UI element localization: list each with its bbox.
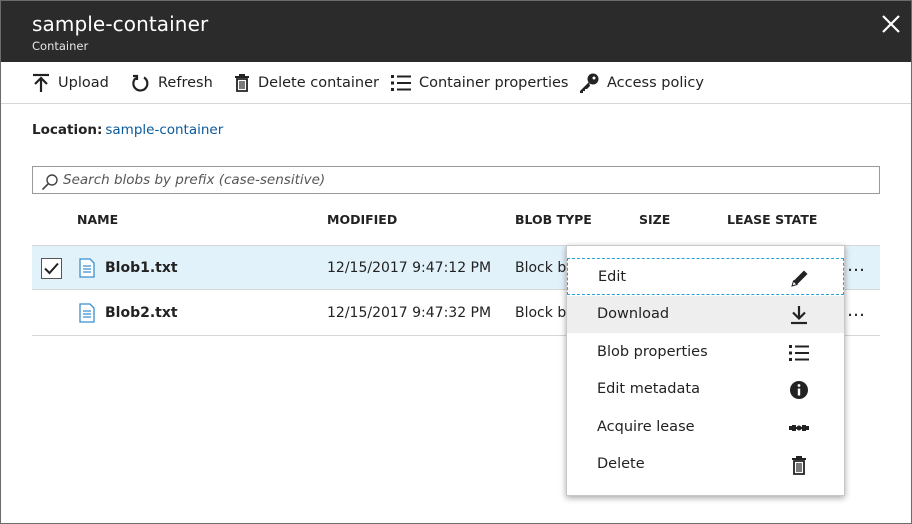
context-menu: Edit Download Blob properties Edit metad…	[566, 245, 845, 496]
menu-item-edit-metadata[interactable]: Edit metadata	[567, 371, 844, 408]
column-header-size[interactable]: SIZE	[639, 212, 670, 227]
container-properties-button[interactable]: Container properties	[391, 62, 568, 104]
location-label: Location:	[32, 122, 103, 138]
column-header-lease-state[interactable]: LEASE STATE	[727, 212, 817, 227]
blob-type: Block bl	[515, 305, 571, 321]
access-policy-label: Access policy	[607, 75, 704, 91]
menu-item-label: Edit metadata	[597, 381, 700, 397]
menu-item-blob-properties[interactable]: Blob properties	[567, 334, 844, 371]
upload-icon	[33, 73, 49, 92]
page-subtitle: Container	[32, 39, 89, 53]
file-icon	[79, 258, 95, 278]
trash-icon	[235, 74, 249, 92]
menu-item-label: Blob properties	[597, 344, 708, 360]
blob-type: Block bl	[515, 260, 571, 276]
access-policy-button[interactable]: Access policy	[579, 62, 704, 104]
list-icon	[391, 75, 411, 91]
menu-item-label: Delete	[597, 456, 645, 472]
blob-name: Blob2.txt	[105, 305, 178, 321]
refresh-icon	[132, 74, 149, 92]
refresh-button[interactable]: Refresh	[131, 62, 213, 104]
search-box	[32, 166, 880, 194]
pencil-icon	[791, 270, 808, 287]
delete-container-label: Delete container	[258, 75, 379, 91]
checkmark-icon	[44, 262, 59, 275]
column-header-name[interactable]: NAME	[77, 212, 118, 227]
menu-item-label: Download	[597, 306, 670, 322]
search-icon	[41, 174, 58, 191]
search-input[interactable]	[63, 170, 863, 190]
menu-item-edit[interactable]: Edit	[567, 258, 844, 295]
download-icon	[791, 306, 807, 325]
location-link[interactable]: sample-container	[105, 122, 223, 138]
menu-item-label: Acquire lease	[597, 419, 695, 435]
key-icon	[580, 73, 599, 93]
more-actions-button[interactable]: …	[847, 255, 866, 276]
menu-item-acquire-lease[interactable]: Acquire lease	[567, 409, 844, 446]
blob-name: Blob1.txt	[105, 260, 178, 276]
container-properties-label: Container properties	[419, 75, 569, 91]
toolbar: Upload Refresh Delete container Containe…	[1, 62, 911, 104]
list-icon	[789, 345, 809, 361]
blade-window: sample-container Container Upload Refres…	[0, 0, 912, 524]
menu-item-label: Edit	[598, 269, 627, 285]
row-checkbox[interactable]	[41, 258, 62, 279]
location-breadcrumb: Location: sample-container	[32, 122, 223, 138]
column-header-modified[interactable]: MODIFIED	[327, 212, 397, 227]
close-icon[interactable]	[880, 13, 902, 35]
blade-header: sample-container Container	[1, 1, 911, 62]
lease-icon	[789, 425, 809, 431]
file-icon	[79, 303, 95, 323]
column-header-blob-type[interactable]: BLOB TYPE	[515, 212, 592, 227]
menu-item-download[interactable]: Download	[567, 296, 844, 333]
blob-modified: 12/15/2017 9:47:12 PM	[327, 260, 492, 276]
refresh-label: Refresh	[158, 75, 213, 91]
more-actions-button[interactable]: …	[847, 300, 866, 321]
trash-icon	[792, 456, 806, 475]
upload-button[interactable]: Upload	[32, 62, 109, 104]
delete-container-button[interactable]: Delete container	[234, 62, 379, 104]
menu-item-delete[interactable]: Delete	[567, 446, 844, 483]
blob-modified: 12/15/2017 9:47:32 PM	[327, 305, 492, 321]
info-icon	[790, 381, 808, 399]
page-title: sample-container	[32, 12, 209, 36]
upload-label: Upload	[58, 75, 109, 91]
